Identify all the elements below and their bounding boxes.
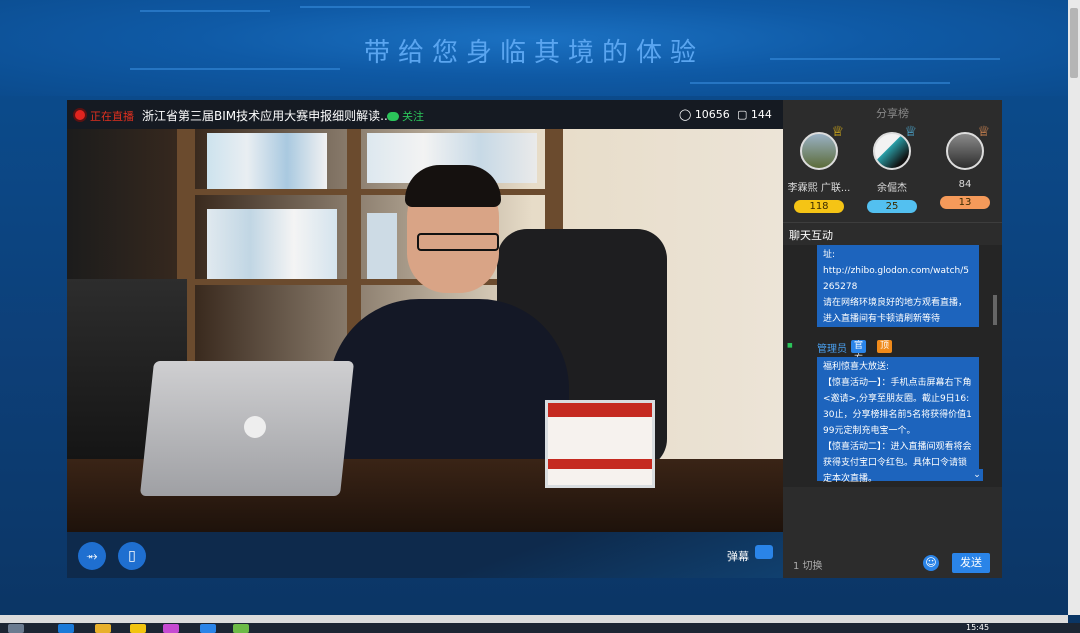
nameplate-header [548,403,652,417]
mobile-icon: ▯ [128,548,136,564]
taskbar-app-icon[interactable] [200,624,216,633]
viewer-count-value: 10656 [694,108,730,121]
follow-label: 关注 [402,110,424,123]
scrollbar-thumb[interactable] [1070,8,1078,78]
apple-logo-icon [244,416,266,438]
banner-deco-line [690,82,950,84]
page-scrollbar[interactable] [1068,0,1080,615]
switch-button[interactable]: 1 切换 [793,557,823,572]
sidebar: 分享榜 ♕ 李霖熙 广联... 118 ♕ 余倔杰 25 ♕ 84 13 聊天互… [783,100,1002,578]
live-indicator-icon [75,110,85,120]
danmu-label: 弹幕 [727,550,749,563]
taskbar-app-icon[interactable] [58,624,74,633]
mobile-view-button[interactable]: ▯ [118,542,146,570]
video-title: 浙江省第三届BIM技术应用大赛申报细则解读... [142,109,392,123]
rank-score: 118 [794,200,844,213]
comment-icon: ▢ [737,108,748,121]
crown-icon: ♕ [831,124,844,140]
share-button[interactable]: ⥇ [78,542,106,570]
rank-item[interactable]: ♕ 84 13 [930,124,1000,209]
start-icon[interactable] [8,624,24,633]
books [207,209,337,279]
rank-score: 13 [940,196,990,209]
crown-icon: ♕ [977,124,990,140]
share-icon: ⥇ [86,548,98,564]
official-badge: 官方 [851,340,867,364]
emoji-icon[interactable]: ☺ [923,555,939,571]
taskbar-app-icon[interactable] [130,624,146,633]
avatar: ♕ [873,124,917,170]
speaker-hair [405,165,501,207]
player-controls: ⥇ ▯ 弹幕 [67,532,783,578]
speaker-glasses [417,233,499,251]
taskbar [0,623,1080,633]
chat-input-bar: 1 切换 ☺ 发送 [783,547,1002,578]
chat-message: 址: http://zhibo.glodon.com/watch/5265278… [817,245,979,327]
bookshelf [187,189,557,195]
taskbar-app-icon[interactable] [233,624,249,633]
chat-title: 聊天互动 [789,229,833,242]
nameplate [545,400,655,488]
rank-score: 25 [867,200,917,213]
chat-message: 福利惊喜大放送: 【惊喜活动一】：手机点击屏幕右下角<邀请>,分享至朋友圈。截止… [817,357,979,484]
danmu-toggle[interactable] [755,545,773,559]
comment-count: ▢ 144 [737,108,772,121]
nameplate-footer [548,459,652,469]
rank-name: 余倔杰 [877,183,907,194]
follow-button[interactable]: 关注 [387,108,424,124]
comment-count-value: 144 [750,108,772,121]
rank-item[interactable]: ♕ 李霖熙 广联... 118 [784,124,854,213]
horizontal-scrollbar[interactable] [0,615,1068,623]
banner-deco-line [300,6,530,8]
taskbar-app-icon[interactable] [163,624,179,633]
taskbar-app-icon[interactable] [95,624,111,633]
books [367,213,397,279]
banner-slogan: 带给您身临其境的体验 [363,38,704,68]
send-button[interactable]: 发送 [952,553,990,573]
avatar: ♕ [946,124,990,170]
books [207,133,327,189]
banner-deco-line [140,10,270,12]
viewer-count: ◯ 10656 [679,108,730,121]
chat-header: 聊天互动 [783,222,1002,246]
person-icon: ◯ [679,108,692,121]
rank-name: 84 [958,179,972,190]
pinned-badge: 顶 [877,340,893,353]
rank-name: 李霖熙 广联... [787,183,851,194]
clock: 15:45 [966,623,990,632]
video-player: 正在直播 浙江省第三届BIM技术应用大赛申报细则解读... 关注 ◯ 10656… [67,100,783,578]
rank-item[interactable]: ♕ 余倔杰 25 [857,124,927,213]
admin-name: 管理员 [817,344,847,355]
chat-scrollbar[interactable] [993,295,997,325]
wechat-icon [387,112,399,121]
chat-messages[interactable]: 址: http://zhibo.glodon.com/watch/5265278… [783,245,1002,487]
player-header: 正在直播 浙江省第三届BIM技术应用大赛申报细则解读... 关注 ◯ 10656… [67,100,783,129]
share-rank-title: 分享榜 [876,107,909,120]
chevron-down-icon[interactable]: ⌄ [971,469,983,481]
banner: 带给您身临其境的体验 [0,0,1068,96]
crown-icon: ♕ [904,124,917,140]
avatar: ♕ [800,124,844,170]
admin-avatar: ■ [787,342,793,349]
video-frame[interactable] [67,129,783,532]
live-label: 正在直播 [90,110,134,123]
